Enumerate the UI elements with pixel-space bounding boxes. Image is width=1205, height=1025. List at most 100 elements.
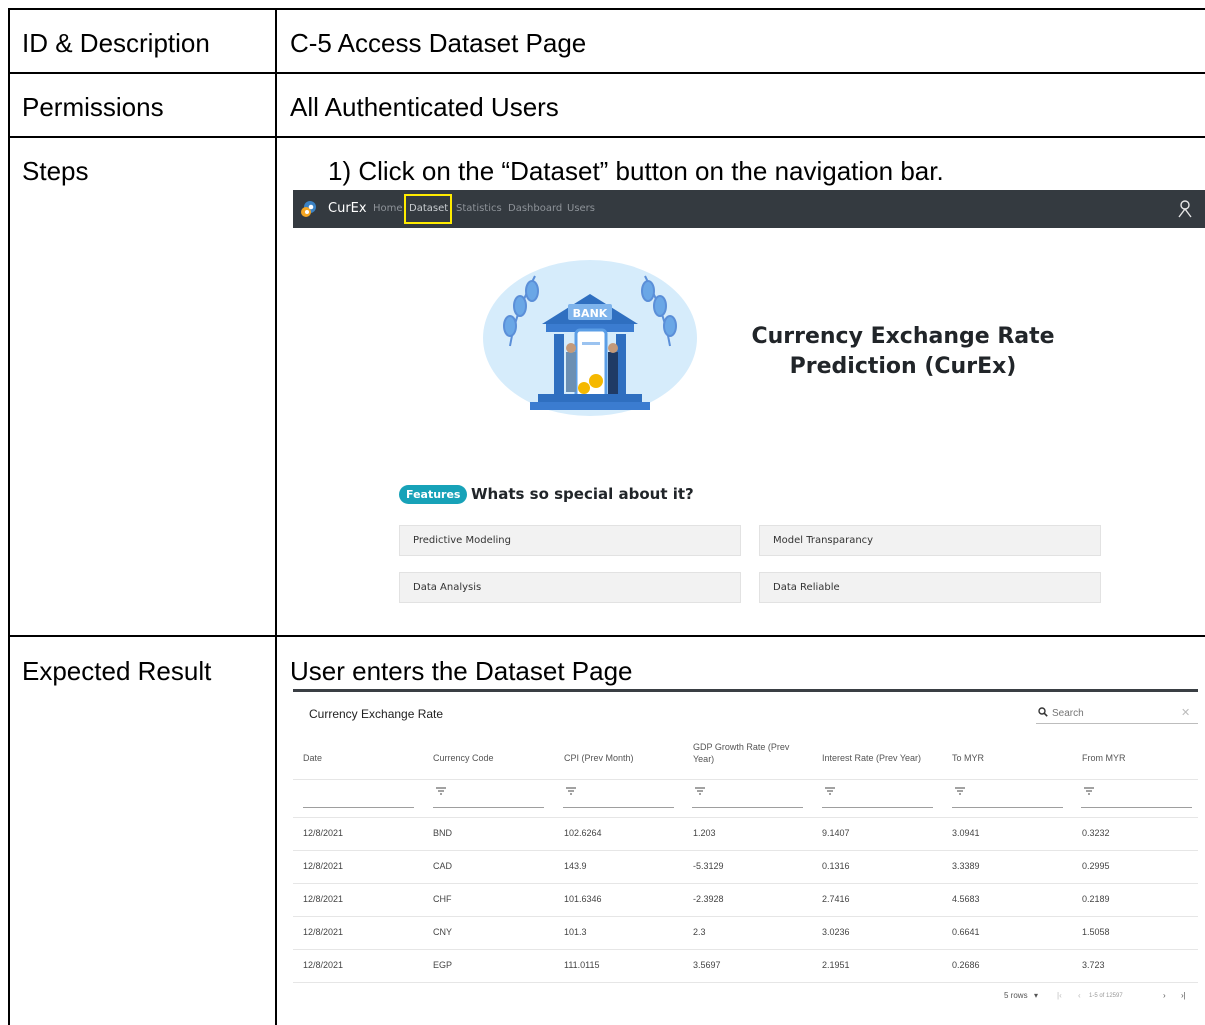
row-label-expected: Expected Result xyxy=(22,656,212,686)
filter-icon xyxy=(695,787,705,795)
column-divider xyxy=(275,8,277,1025)
row-label-id: ID & Description xyxy=(22,28,210,58)
cell-interest-rate: 0.1316 xyxy=(822,861,850,871)
cell-to-myr: 4.5683 xyxy=(952,894,980,904)
row-divider xyxy=(293,883,1198,884)
column-header-from-myr[interactable]: From MYR xyxy=(1082,752,1126,764)
row-divider xyxy=(293,949,1198,950)
cell-gdp: 2.3 xyxy=(693,927,706,937)
cell-date: 12/8/2021 xyxy=(303,927,344,937)
cell-currency-code: CAD xyxy=(433,861,453,871)
filter-from-myr[interactable] xyxy=(1081,785,1192,808)
column-header-gdp[interactable]: GDP Growth Rate (Prev Year) xyxy=(693,741,798,765)
filter-divider xyxy=(293,817,1198,818)
cell-to-myr: 0.6641 xyxy=(952,927,980,937)
cell-from-myr: 1.5058 xyxy=(1082,927,1110,937)
cell-cpi: 102.6264 xyxy=(564,828,602,838)
filter-icon xyxy=(436,787,446,795)
nav-statistics[interactable]: Statistics xyxy=(456,203,502,214)
curex-logo-icon xyxy=(301,201,316,217)
cell-currency-code: CNY xyxy=(433,927,453,937)
filter-interest-rate[interactable] xyxy=(822,785,933,808)
row-value-steps: 1) Click on the “Dataset” button on the … xyxy=(328,156,944,186)
hero-title-line1: Currency Exchange Rate xyxy=(751,324,1055,349)
filter-icon xyxy=(955,787,965,795)
chevron-down-icon[interactable]: ▾ xyxy=(1034,991,1038,1000)
cell-gdp: 3.5697 xyxy=(693,960,721,970)
cell-gdp: 1.203 xyxy=(693,828,716,838)
cell-date: 12/8/2021 xyxy=(303,960,344,970)
cell-cpi: 143.9 xyxy=(564,861,587,871)
cell-gdp: -5.3129 xyxy=(693,861,724,871)
filter-icon xyxy=(1084,787,1094,795)
features-heading: Whats so special about it? xyxy=(471,485,694,503)
row-value-expected: User enters the Dataset Page xyxy=(290,656,633,686)
row-divider xyxy=(293,916,1198,917)
filter-icon xyxy=(825,787,835,795)
last-page-icon[interactable]: ›| xyxy=(1181,991,1186,1000)
clear-search-icon[interactable]: ✕ xyxy=(1181,706,1190,719)
page-range: 1-5 of 12597 xyxy=(1089,993,1123,999)
features-badge: Features xyxy=(399,485,468,504)
brand-name[interactable]: CurEx xyxy=(328,201,367,216)
column-header-currency-code[interactable]: Currency Code xyxy=(433,752,494,764)
prev-page-icon[interactable]: ‹ xyxy=(1078,991,1081,1000)
cell-to-myr: 3.3389 xyxy=(952,861,980,871)
filter-cpi[interactable] xyxy=(563,785,674,808)
row-label-permissions: Permissions xyxy=(22,92,164,122)
next-page-icon[interactable]: › xyxy=(1163,991,1166,1000)
feature-data-reliable: Data Reliable xyxy=(759,572,1101,603)
cell-currency-code: EGP xyxy=(433,960,453,970)
cell-gdp: -2.3928 xyxy=(693,894,724,904)
bank-sign-text: BANK xyxy=(573,307,608,320)
cell-from-myr: 0.3232 xyxy=(1082,828,1110,838)
cell-currency-code: CHF xyxy=(433,894,452,904)
row-divider xyxy=(8,635,1205,637)
cell-currency-code: BND xyxy=(433,828,453,838)
cell-from-myr: 0.2189 xyxy=(1082,894,1110,904)
filter-currency-code[interactable] xyxy=(433,785,544,808)
cell-from-myr: 3.723 xyxy=(1082,960,1105,970)
cell-date: 12/8/2021 xyxy=(303,828,344,838)
cell-date: 12/8/2021 xyxy=(303,861,344,871)
nav-users[interactable]: Users xyxy=(567,203,595,214)
dataset-top-bar xyxy=(293,689,1198,692)
nav-dashboard[interactable]: Dashboard xyxy=(508,203,562,214)
table-border-top xyxy=(8,8,1205,10)
column-header-interest-rate[interactable]: Interest Rate (Prev Year) xyxy=(822,752,921,764)
header-divider xyxy=(293,779,1198,780)
row-divider xyxy=(8,72,1205,74)
feature-data-analysis: Data Analysis xyxy=(399,572,741,603)
home-page-screenshot: CurEx Home Dataset Statistics Dashboard … xyxy=(293,190,1205,616)
row-value-id: C-5 Access Dataset Page xyxy=(290,28,587,58)
hero-title-line2: Prediction (CurEx) xyxy=(789,354,1017,379)
cell-cpi: 101.3 xyxy=(564,927,587,937)
cell-interest-rate: 2.7416 xyxy=(822,894,850,904)
filter-date[interactable] xyxy=(303,785,414,808)
cell-to-myr: 0.2686 xyxy=(952,960,980,970)
search-box: ✕ xyxy=(1036,705,1198,724)
cell-from-myr: 0.2995 xyxy=(1082,861,1110,871)
row-divider xyxy=(293,850,1198,851)
dataset-page-screenshot: Currency Exchange Rate ✕ Date Currency C… xyxy=(293,689,1205,1025)
cell-interest-rate: 9.1407 xyxy=(822,828,850,838)
feature-predictive-modeling: Predictive Modeling xyxy=(399,525,741,556)
column-header-date[interactable]: Date xyxy=(303,752,322,764)
table-border-left xyxy=(8,8,10,1025)
first-page-icon[interactable]: |‹ xyxy=(1057,991,1062,1000)
nav-home[interactable]: Home xyxy=(373,203,403,214)
user-icon[interactable] xyxy=(1178,200,1192,218)
filter-to-myr[interactable] xyxy=(952,785,1063,808)
hero-title: Currency Exchange Rate Prediction (CurEx… xyxy=(673,322,1133,382)
cell-date: 12/8/2021 xyxy=(303,894,344,904)
search-input[interactable] xyxy=(1052,705,1172,721)
feature-model-transparency: Model Transparancy xyxy=(759,525,1101,556)
filter-gdp[interactable] xyxy=(692,785,803,808)
column-header-cpi[interactable]: CPI (Prev Month) xyxy=(564,752,634,764)
rows-per-page-select[interactable]: 5 rows xyxy=(1004,991,1028,1000)
row-divider xyxy=(8,136,1205,138)
cell-cpi: 101.6346 xyxy=(564,894,602,904)
column-header-to-myr[interactable]: To MYR xyxy=(952,752,984,764)
cell-cpi: 111.0115 xyxy=(564,960,600,970)
navbar: CurEx Home Dataset Statistics Dashboard … xyxy=(293,190,1205,228)
